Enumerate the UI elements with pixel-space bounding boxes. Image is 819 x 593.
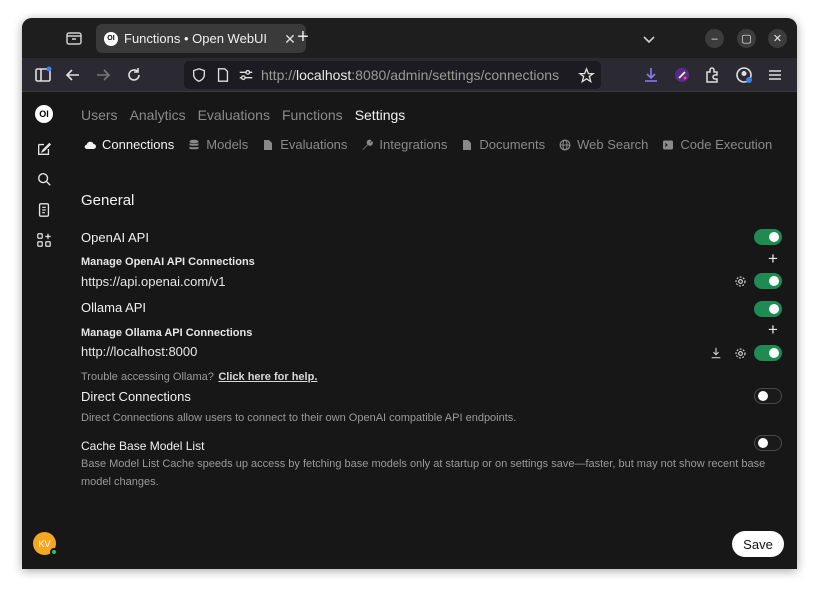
url-bar[interactable]: http://localhost:8080/admin/settings/con… bbox=[184, 61, 601, 89]
nav-functions[interactable]: Functions bbox=[282, 107, 343, 123]
tab-evaluations[interactable]: Evaluations bbox=[262, 137, 347, 152]
document-icon bbox=[463, 139, 472, 150]
openai-manage-label: Manage OpenAI API Connections bbox=[81, 256, 255, 268]
openai-api-label: OpenAI API bbox=[81, 230, 149, 245]
account-icon[interactable] bbox=[735, 66, 753, 84]
cache-model-list-toggle[interactable] bbox=[754, 435, 782, 451]
ollama-help-link[interactable]: Click here for help. bbox=[218, 371, 317, 383]
menu-icon[interactable] bbox=[766, 66, 784, 84]
url-text[interactable]: http://localhost:8080/admin/settings/con… bbox=[261, 67, 559, 83]
nav-evaluations[interactable]: Evaluations bbox=[198, 107, 270, 123]
openai-connection-row: https://api.openai.com/v1 bbox=[81, 273, 784, 291]
cache-model-list-row: Cache Base Model List bbox=[81, 435, 784, 455]
ollama-manage-row: Manage Ollama API Connections + bbox=[81, 321, 784, 341]
terminal-icon bbox=[663, 140, 674, 149]
ollama-api-toggle[interactable] bbox=[754, 301, 782, 317]
ollama-manage-label: Manage Ollama API Connections bbox=[81, 327, 253, 339]
extension-icon[interactable] bbox=[673, 66, 691, 84]
gear-icon[interactable] bbox=[733, 274, 747, 288]
browser-window: OI Functions • Open WebUI ✕ + – ▢ ✕ http… bbox=[22, 18, 797, 569]
tab-bar: OI Functions • Open WebUI ✕ + – ▢ ✕ bbox=[22, 18, 797, 58]
cloud-icon bbox=[84, 141, 96, 149]
shield-icon[interactable] bbox=[190, 66, 208, 84]
tab-integrations-label: Integrations bbox=[379, 137, 448, 152]
ollama-api-label: Ollama API bbox=[81, 300, 147, 315]
download-icon[interactable] bbox=[709, 346, 723, 360]
chevron-down-icon[interactable] bbox=[640, 30, 658, 48]
settings-sub-nav: Connections Models Evaluations Integrati… bbox=[84, 137, 772, 152]
save-button[interactable]: Save bbox=[732, 531, 784, 557]
ollama-help-row: Trouble accessing Ollama? Click here for… bbox=[81, 367, 784, 385]
direct-connections-description: Direct Connections allow users to connec… bbox=[81, 412, 517, 424]
wrench-icon bbox=[362, 139, 374, 150]
tab-code-execution[interactable]: Code Execution bbox=[662, 137, 772, 152]
app-sidebar: OI KV bbox=[22, 92, 66, 569]
minimize-icon[interactable]: – bbox=[705, 29, 724, 48]
gear-icon[interactable] bbox=[733, 346, 747, 360]
tab-integrations[interactable]: Integrations bbox=[361, 137, 447, 152]
openwebui-logo[interactable]: OI bbox=[35, 105, 53, 123]
new-chat-icon[interactable] bbox=[34, 139, 54, 159]
tab-evaluations-label: Evaluations bbox=[280, 137, 348, 152]
add-ollama-connection-icon[interactable]: + bbox=[766, 321, 780, 338]
tab-web-search[interactable]: Web Search bbox=[559, 137, 648, 152]
tab-documents[interactable]: Documents bbox=[461, 137, 545, 152]
ollama-connection-row: http://localhost:8000 bbox=[81, 343, 784, 361]
ollama-connection-url[interactable]: http://localhost:8000 bbox=[81, 344, 197, 359]
tab-models[interactable]: Models bbox=[188, 137, 248, 152]
cache-model-list-description: Base Model List Cache speeds up access b… bbox=[81, 458, 766, 488]
sidebar-toggle-icon[interactable] bbox=[34, 66, 52, 84]
forward-icon[interactable] bbox=[94, 66, 112, 84]
browser-tab[interactable]: OI Functions • Open WebUI ✕ bbox=[96, 24, 306, 53]
cache-model-list-label: Cache Base Model List bbox=[81, 439, 205, 453]
tab-models-label: Models bbox=[206, 137, 249, 152]
tab-documents-label: Documents bbox=[479, 137, 546, 152]
navigation-bar: http://localhost:8080/admin/settings/con… bbox=[22, 58, 797, 92]
admin-top-nav: Users Analytics Evaluations Functions Se… bbox=[81, 107, 405, 123]
downloads-icon[interactable] bbox=[642, 66, 660, 84]
openai-api-toggle[interactable] bbox=[754, 229, 782, 245]
cache-model-list-desc-row: Base Model List Cache speeds up access b… bbox=[81, 454, 771, 490]
openwebui-favicon-icon: OI bbox=[104, 31, 118, 46]
tab-title: Functions • Open WebUI bbox=[124, 31, 268, 46]
maximize-icon[interactable]: ▢ bbox=[737, 29, 756, 48]
nav-users[interactable]: Users bbox=[81, 107, 118, 123]
tab-code-execution-label: Code Execution bbox=[680, 137, 773, 152]
workspace-icon[interactable] bbox=[34, 230, 54, 250]
tab-connections[interactable]: Connections bbox=[84, 137, 174, 152]
direct-connections-row: Direct Connections bbox=[81, 388, 784, 406]
openai-manage-row: Manage OpenAI API Connections + bbox=[81, 250, 784, 270]
search-icon[interactable] bbox=[34, 169, 54, 189]
add-openai-connection-icon[interactable]: + bbox=[766, 250, 780, 267]
ollama-trouble-text: Trouble accessing Ollama? bbox=[81, 371, 214, 383]
ollama-connection-toggle[interactable] bbox=[754, 345, 782, 361]
puzzle-icon[interactable] bbox=[703, 66, 721, 84]
openai-connection-toggle[interactable] bbox=[754, 273, 782, 289]
online-status-dot bbox=[50, 548, 58, 556]
notes-icon[interactable] bbox=[34, 200, 54, 220]
direct-connections-desc-row: Direct Connections allow users to connec… bbox=[81, 408, 784, 426]
document-icon bbox=[264, 139, 273, 150]
nav-settings[interactable]: Settings bbox=[355, 107, 406, 123]
direct-connections-label: Direct Connections bbox=[81, 389, 191, 404]
nav-analytics[interactable]: Analytics bbox=[130, 107, 186, 123]
tab-web-search-label: Web Search bbox=[577, 137, 649, 152]
tab-connections-label: Connections bbox=[102, 137, 175, 152]
permissions-icon[interactable] bbox=[237, 66, 255, 84]
section-heading-general: General bbox=[81, 192, 135, 209]
tab-list-icon[interactable] bbox=[64, 28, 84, 48]
reload-icon[interactable] bbox=[125, 66, 143, 84]
page-icon[interactable] bbox=[214, 66, 232, 84]
globe-icon bbox=[559, 139, 571, 150]
ollama-api-row: Ollama API bbox=[81, 299, 784, 317]
openai-api-row: OpenAI API bbox=[81, 229, 784, 247]
direct-connections-toggle[interactable] bbox=[754, 388, 782, 404]
back-icon[interactable] bbox=[64, 66, 82, 84]
new-tab-icon[interactable]: + bbox=[293, 27, 313, 48]
database-icon bbox=[189, 139, 199, 149]
main-content: Users Analytics Evaluations Functions Se… bbox=[66, 92, 797, 569]
close-window-icon[interactable]: ✕ bbox=[768, 29, 787, 48]
bookmark-star-icon[interactable] bbox=[577, 66, 595, 84]
openai-connection-url[interactable]: https://api.openai.com/v1 bbox=[81, 274, 226, 289]
